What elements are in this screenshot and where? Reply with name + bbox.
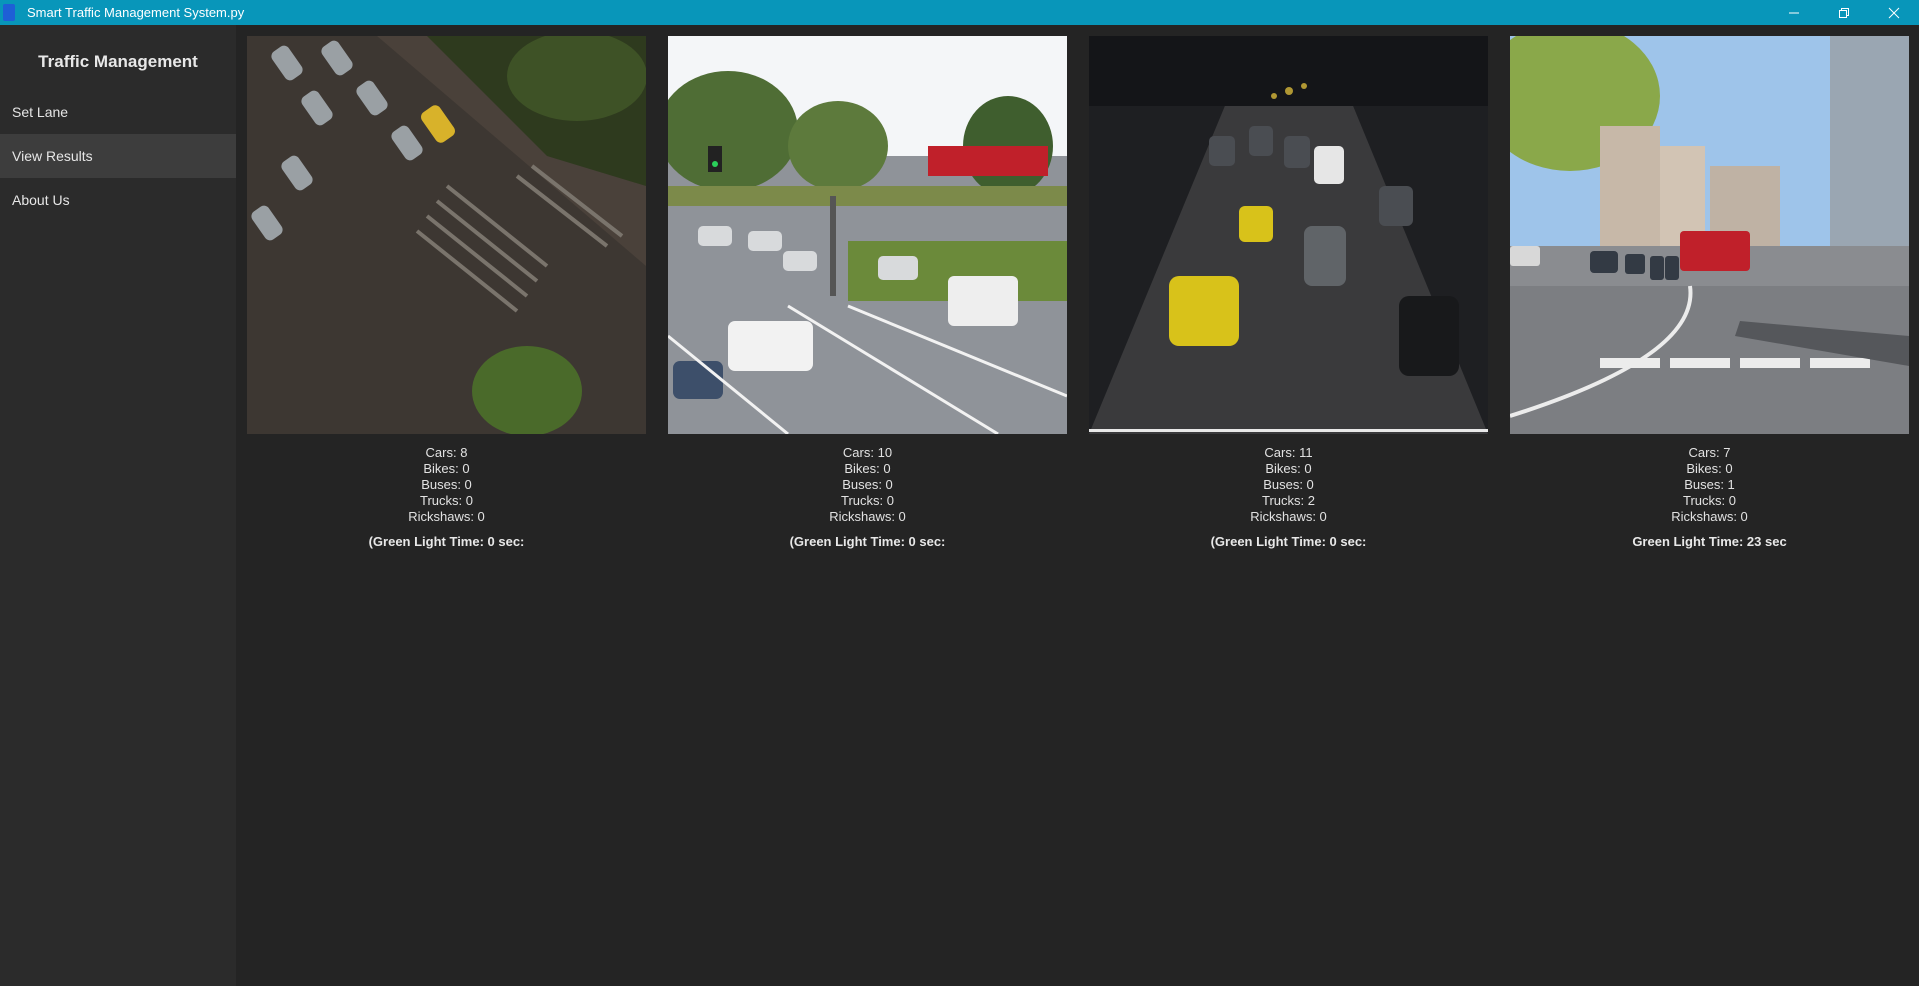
lane-3-cars: Cars: 11 [1264, 445, 1313, 460]
sidebar-nav: Set Lane View Results About Us [0, 90, 236, 222]
lane-3-counts: Cars: 11 Bikes: 0 Buses: 0 Trucks: 2 Ric… [1089, 445, 1488, 525]
lane-2-trucks: Trucks: 0 [841, 493, 894, 508]
lane-3-green-light-time: (Green Light Time: 0 sec: [1210, 534, 1367, 549]
lane-1-panel: Cars: 8 Bikes: 0 Buses: 0 Trucks: 0 Rick… [247, 36, 646, 549]
lane-1-camera-image [247, 36, 646, 434]
lane-4-buses: Buses: 1 [1684, 477, 1735, 492]
lane-2-green-light-time: (Green Light Time: 0 sec: [789, 534, 946, 549]
lane-4-green-light-time: Green Light Time: 23 sec [1632, 534, 1787, 549]
minimize-button[interactable] [1769, 0, 1819, 25]
lane-4-bikes: Bikes: 0 [1686, 461, 1733, 476]
close-button[interactable] [1869, 0, 1919, 25]
lane-1-bikes: Bikes: 0 [423, 461, 470, 476]
sidebar-item-view-results[interactable]: View Results [0, 134, 236, 178]
lane-3-buses: Buses: 0 [1263, 477, 1314, 492]
lane-4-cars: Cars: 7 [1688, 445, 1731, 460]
lane-2-counts: Cars: 10 Bikes: 0 Buses: 0 Trucks: 0 Ric… [668, 445, 1067, 525]
lane-2-panel: Cars: 10 Bikes: 0 Buses: 0 Trucks: 0 Ric… [668, 36, 1067, 549]
lane-3-rickshaws: Rickshaws: 0 [1250, 509, 1327, 524]
lane-4-rickshaws: Rickshaws: 0 [1671, 509, 1748, 524]
lane-4-panel: Cars: 7 Bikes: 0 Buses: 1 Trucks: 0 Rick… [1510, 36, 1909, 549]
restore-icon [1839, 7, 1849, 18]
window-title: Smart Traffic Management System.py [27, 5, 245, 20]
lane-1-counts: Cars: 8 Bikes: 0 Buses: 0 Trucks: 0 Rick… [247, 445, 646, 525]
close-icon [1888, 7, 1900, 18]
lane-2-cars: Cars: 10 [842, 445, 893, 460]
title-bar: Smart Traffic Management System.py [0, 0, 1919, 25]
lane-1-buses: Buses: 0 [421, 477, 472, 492]
lane-1-rickshaws: Rickshaws: 0 [408, 509, 485, 524]
lane-3-camera-image [1089, 36, 1488, 434]
sidebar: Traffic Management Set Lane View Results… [0, 25, 236, 986]
sidebar-item-set-lane[interactable]: Set Lane [0, 90, 236, 134]
lane-1-cars: Cars: 8 [425, 445, 468, 460]
window-controls [1769, 0, 1919, 25]
lane-2-buses: Buses: 0 [842, 477, 893, 492]
lane-2-camera-image [668, 36, 1067, 434]
restore-button[interactable] [1819, 0, 1869, 25]
lane-1-trucks: Trucks: 0 [420, 493, 473, 508]
app-icon [3, 4, 15, 21]
lane-3-bikes: Bikes: 0 [1265, 461, 1312, 476]
lane-2-rickshaws: Rickshaws: 0 [829, 509, 906, 524]
sidebar-item-about-us[interactable]: About Us [0, 178, 236, 222]
minimize-icon [1789, 12, 1799, 13]
lane-4-counts: Cars: 7 Bikes: 0 Buses: 1 Trucks: 0 Rick… [1510, 445, 1909, 525]
lane-1-green-light-time: (Green Light Time: 0 sec: [368, 534, 525, 549]
sidebar-title: Traffic Management [38, 52, 198, 71]
lane-3-panel: Cars: 11 Bikes: 0 Buses: 0 Trucks: 2 Ric… [1089, 36, 1488, 549]
lane-3-trucks: Trucks: 2 [1262, 493, 1315, 508]
lane-4-trucks: Trucks: 0 [1683, 493, 1736, 508]
lane-4-camera-image [1510, 36, 1909, 434]
lane-2-bikes: Bikes: 0 [844, 461, 891, 476]
